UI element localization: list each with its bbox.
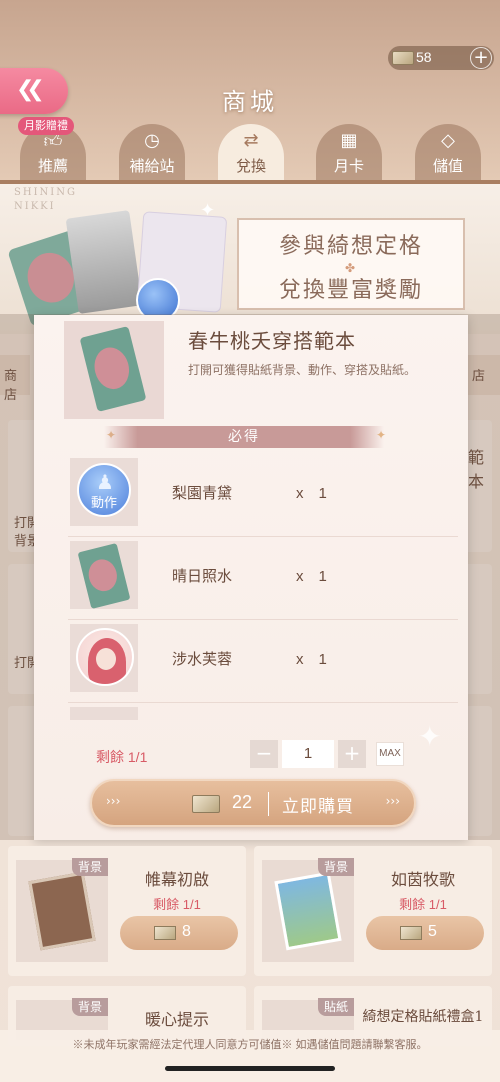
divider <box>268 792 269 816</box>
ticket-icon <box>154 926 176 940</box>
exchange-icon: ⇄ <box>243 130 259 151</box>
quantity-field[interactable]: 1 <box>282 740 334 768</box>
shop-card[interactable]: 背景 帷幕初啟 剩餘 1/1 8 <box>8 846 246 976</box>
promo-line: 參與綺想定格 <box>278 234 423 259</box>
sparkle-icon: ✦ <box>200 200 216 221</box>
promo-text-box: 參與綺想定格 ✤ 兌換豐富獎勵 <box>237 218 465 310</box>
tab-label: 儲值 <box>432 157 463 175</box>
shop-card[interactable]: 背景 如茵牧歌 剩餘 1/1 5 <box>254 846 492 976</box>
category-tag: 背景 <box>72 998 108 1016</box>
list-item[interactable]: 涉水芙蓉 x 1 <box>68 621 458 703</box>
banner-fashion-image <box>65 210 143 314</box>
outfit-avatar <box>76 628 134 686</box>
tab-top-up[interactable]: ◇ 儲值 <box>415 124 481 180</box>
page-title: 商城 <box>222 88 278 116</box>
diamond-icon: ◇ <box>441 130 455 151</box>
list-item[interactable] <box>68 704 458 720</box>
action-icon: 動作 <box>77 455 131 521</box>
list-item[interactable]: 晴日照水 x 1 <box>68 538 458 620</box>
tab-label: 推薦 <box>37 157 68 175</box>
section-label: 必得 <box>228 429 260 445</box>
ticket-icon <box>392 51 414 65</box>
item-detail-modal: 春牛桃夭穿搭範本 打開可獲得貼紙背景、動作、穿搭及貼紙。 ✦ 必得 ✦ 動作 梨… <box>34 315 468 840</box>
home-indicator[interactable] <box>165 1066 335 1071</box>
item-thumbnail <box>70 541 138 609</box>
footer-notice: ※未成年玩家需經法定代理人同意方可儲值※ 如遇儲值問題請聯繫客服。 <box>72 1039 428 1051</box>
clock-icon: ◷ <box>144 130 160 151</box>
item-quantity: x 1 <box>296 568 327 585</box>
modal-description: 打開可獲得貼紙背景、動作、穿搭及貼紙。 <box>188 363 417 377</box>
remaining-count: 剩餘 1/1 <box>153 897 201 912</box>
ticket-icon <box>192 795 220 813</box>
item-name: 晴日照水 <box>172 567 233 585</box>
shop-screen: 58 + ❮❮ 商城 👍︎ 推薦 ◷ 補給站 ⇄ 兌換 ▦ 月卡 ◇ 儲值 月影… <box>0 0 500 1082</box>
item-quantity: x 1 <box>296 651 327 668</box>
category-tag: 背景 <box>318 858 354 876</box>
item-name: 梨園青黛 <box>172 484 233 502</box>
brand-watermark: SHINING NIKKI <box>14 186 77 214</box>
remaining-count: 剩餘 1/1 <box>399 897 447 912</box>
price: 8 <box>182 923 191 940</box>
category-tag: 貼紙 <box>318 998 354 1016</box>
reward-list[interactable]: 動作 梨園青黛 x 1 晴日照水 x 1 涉水芙蓉 x 1 <box>68 455 468 720</box>
item-quantity: x 1 <box>296 485 327 502</box>
add-currency-button[interactable]: + <box>470 47 492 69</box>
modal-title: 春牛桃夭穿搭範本 <box>188 329 356 353</box>
calendar-icon: ▦ <box>340 130 358 151</box>
currency-amount: 58 <box>416 49 432 65</box>
item-name: 涉水芙蓉 <box>172 650 233 668</box>
brand-line: NIKKI <box>14 201 56 212</box>
tab-label: 月卡 <box>333 157 364 175</box>
remaining-count: 剩餘 1/1 <box>96 749 148 765</box>
increase-button[interactable]: + <box>338 740 366 768</box>
item-thumbnail: 動作 <box>70 455 138 526</box>
sparkle-icon: ✦ <box>418 720 442 753</box>
currency-display: 58 + <box>388 46 494 70</box>
tab-label: 補給站 <box>129 157 175 175</box>
price-button[interactable]: 8 <box>120 916 238 950</box>
meadow-bg-image <box>274 871 342 951</box>
brand-line: SHINING <box>14 187 77 198</box>
price: 5 <box>428 923 437 940</box>
gift-badge[interactable]: 月影贈禮 <box>18 117 74 135</box>
tab-monthly-card[interactable]: ▦ 月卡 <box>316 124 382 180</box>
decrease-button[interactable]: − <box>250 740 278 768</box>
buy-label: 立即購買 <box>282 797 354 817</box>
tab-supply[interactable]: ◷ 補給站 <box>119 124 185 180</box>
section-header: 必得 <box>104 426 384 448</box>
tab-label: 兌換 <box>235 157 266 175</box>
sticker-bg-image <box>79 326 147 412</box>
price-button[interactable]: 5 <box>366 916 484 950</box>
item-name: 如茵牧歌 <box>390 870 455 889</box>
ticket-icon <box>400 926 422 940</box>
item-thumbnail <box>70 624 138 692</box>
footer: ※未成年玩家需經法定代理人同意方可儲值※ 如遇儲值問題請聯繫客服。 <box>0 1030 500 1082</box>
list-item[interactable]: 動作 梨園青黛 x 1 <box>68 455 458 537</box>
sticker-bg-image <box>77 543 131 609</box>
price: 22 <box>232 792 253 812</box>
curtain-bg-image <box>28 871 96 951</box>
tab-exchange[interactable]: ⇄ 兌換 <box>218 124 284 180</box>
item-name: 暖心提示 <box>144 1010 209 1029</box>
star-icon: ✦ <box>376 428 387 442</box>
package-thumbnail <box>64 321 164 419</box>
chevron-icon: ››› <box>385 794 400 808</box>
category-tag: 背景 <box>72 858 108 876</box>
item-name: 帷幕初啟 <box>144 870 209 889</box>
item-name: 綺想定格貼紙禮盒1 <box>362 1009 484 1025</box>
item-thumbnail <box>70 707 138 720</box>
promo-line: 兌換豐富獎勵 <box>278 278 423 303</box>
buy-now-button[interactable]: ››› 22 立即購買 ››› <box>90 779 416 827</box>
shop-tabs: 👍︎ 推薦 ◷ 補給站 ⇄ 兌換 ▦ 月卡 ◇ 儲值 <box>0 124 500 184</box>
clover-icon: ✤ <box>345 261 356 275</box>
chevron-icon: ››› <box>106 794 121 808</box>
max-button[interactable]: MAX <box>376 742 404 766</box>
